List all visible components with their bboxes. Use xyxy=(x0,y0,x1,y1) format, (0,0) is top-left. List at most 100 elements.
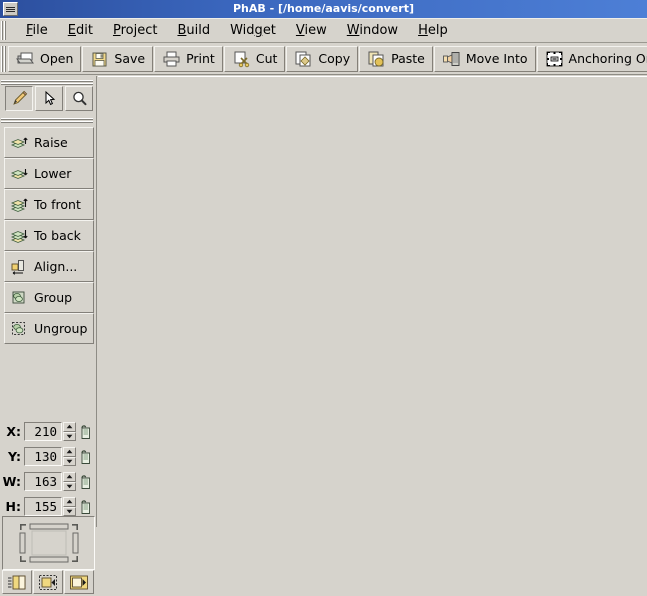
geometry-fields: X: 210 xyxy=(2,420,95,520)
magnifier-icon xyxy=(71,90,88,107)
window-title: PhAB - [/home/aavis/convert] xyxy=(0,0,647,18)
menu-item-build[interactable]: Build xyxy=(167,21,220,41)
toolbar-copy-label: Copy xyxy=(318,52,350,66)
toolbar-save-label: Save xyxy=(114,52,145,66)
menu-item-edit[interactable]: Edit xyxy=(58,21,103,41)
x-stepper-down[interactable] xyxy=(63,432,76,442)
lower-button[interactable]: Lower xyxy=(4,158,94,189)
magnifier-tool-button[interactable] xyxy=(65,86,93,111)
toolbar-copy-button[interactable]: Copy xyxy=(286,46,358,72)
w-stepper-up[interactable] xyxy=(63,472,76,482)
anchor-right-button[interactable] xyxy=(64,570,94,594)
w-label: W: xyxy=(2,474,24,489)
toolbar-cut-button[interactable]: Cut xyxy=(224,46,286,72)
lock-icon xyxy=(79,499,93,515)
arrange-action-list: Raise Lower To front xyxy=(4,127,94,344)
x-stepper[interactable] xyxy=(63,422,76,441)
y-label: Y: xyxy=(2,449,24,464)
menu-item-help[interactable]: Help xyxy=(408,21,458,41)
x-label: X: xyxy=(2,424,24,439)
w-input[interactable]: 163 xyxy=(24,472,62,491)
ungroup-button[interactable]: Ungroup xyxy=(4,313,94,344)
menu-item-widget[interactable]: Widget xyxy=(220,21,286,41)
toolbar-print-label: Print xyxy=(186,52,215,66)
toolbar-print-button[interactable]: Print xyxy=(154,46,223,72)
raise-label: Raise xyxy=(34,135,68,150)
pencil-tool-button[interactable] xyxy=(5,86,33,111)
sidebar-drag-grip-mid[interactable] xyxy=(1,116,93,124)
toolbar-save-button[interactable]: Save xyxy=(82,46,153,72)
toolbar-anchoring-button[interactable]: Anchoring On xyxy=(537,46,647,72)
y-stepper-up[interactable] xyxy=(63,447,76,457)
toolbar-open-button[interactable]: Open xyxy=(8,46,81,72)
geometry-row-y: Y: 130 xyxy=(2,445,95,468)
chevron-down-icon xyxy=(66,434,73,439)
menu-item-project[interactable]: Project xyxy=(103,21,168,41)
pointer-tool-button[interactable] xyxy=(35,86,63,111)
to-back-label: To back xyxy=(34,228,81,243)
printer-icon xyxy=(162,50,181,68)
menubar-drag-grip[interactable] xyxy=(1,20,10,41)
h-stepper-up[interactable] xyxy=(63,497,76,507)
toolbar-move-into-label: Move Into xyxy=(466,52,528,66)
align-label: Align... xyxy=(34,259,77,274)
x-lock-button[interactable] xyxy=(78,422,94,441)
pointer-icon xyxy=(41,90,58,107)
chevron-down-icon xyxy=(66,484,73,489)
h-lock-button[interactable] xyxy=(78,497,94,516)
clipboard-paste-icon xyxy=(367,50,386,68)
w-stepper[interactable] xyxy=(63,472,76,491)
lock-icon xyxy=(79,474,93,490)
to-front-icon xyxy=(10,196,30,214)
h-label: H: xyxy=(2,499,24,514)
sidebar-drag-grip-top[interactable] xyxy=(1,78,93,86)
anchor-frame-panel[interactable] xyxy=(2,516,95,570)
toolbar-open-label: Open xyxy=(40,52,73,66)
to-front-label: To front xyxy=(34,197,81,212)
x-stepper-up[interactable] xyxy=(63,422,76,432)
y-input[interactable]: 130 xyxy=(24,447,62,466)
geometry-row-h: H: 155 xyxy=(2,495,95,518)
y-lock-button[interactable] xyxy=(78,447,94,466)
lower-label: Lower xyxy=(34,166,71,181)
chevron-down-icon xyxy=(66,509,73,514)
toolbar-cut-label: Cut xyxy=(256,52,278,66)
raise-button[interactable]: Raise xyxy=(4,127,94,158)
resize-to-fit-button[interactable] xyxy=(2,570,32,594)
w-lock-button[interactable] xyxy=(78,472,94,491)
menu-item-view[interactable]: View xyxy=(286,21,337,41)
chevron-up-icon xyxy=(66,449,73,454)
toolbar-anchoring-label: Anchoring On xyxy=(569,52,647,66)
group-button[interactable]: Group xyxy=(4,282,94,313)
anchor-left-button[interactable] xyxy=(33,570,63,594)
to-front-button[interactable]: To front xyxy=(4,189,94,220)
h-stepper[interactable] xyxy=(63,497,76,516)
h-stepper-down[interactable] xyxy=(63,507,76,517)
toolbar-move-into-button[interactable]: Move Into xyxy=(434,46,536,72)
h-input[interactable]: 155 xyxy=(24,497,62,516)
anchor-frame-widget[interactable] xyxy=(18,522,80,564)
group-label: Group xyxy=(34,290,72,305)
lower-icon xyxy=(10,165,30,183)
tool-sidebar: Raise Lower To front xyxy=(0,76,97,527)
move-into-icon xyxy=(442,50,461,68)
menu-item-window[interactable]: Window xyxy=(337,21,408,41)
pencil-icon xyxy=(11,90,28,107)
floppy-disk-icon xyxy=(90,50,109,68)
anchor-left-icon xyxy=(38,574,58,591)
y-stepper-down[interactable] xyxy=(63,457,76,467)
chevron-down-icon xyxy=(66,459,73,464)
y-stepper[interactable] xyxy=(63,447,76,466)
toolbar-paste-button[interactable]: Paste xyxy=(359,46,433,72)
align-button[interactable]: Align... xyxy=(4,251,94,282)
chevron-up-icon xyxy=(66,474,73,479)
toolbar-drag-grip[interactable] xyxy=(1,45,6,73)
to-back-button[interactable]: To back xyxy=(4,220,94,251)
anchor-right-icon xyxy=(69,574,89,591)
menu-item-file[interactable]: File xyxy=(16,21,58,41)
w-stepper-down[interactable] xyxy=(63,482,76,492)
geometry-row-x: X: 210 xyxy=(2,420,95,443)
x-input[interactable]: 210 xyxy=(24,422,62,441)
lock-icon xyxy=(79,449,93,465)
design-canvas[interactable] xyxy=(98,76,647,527)
